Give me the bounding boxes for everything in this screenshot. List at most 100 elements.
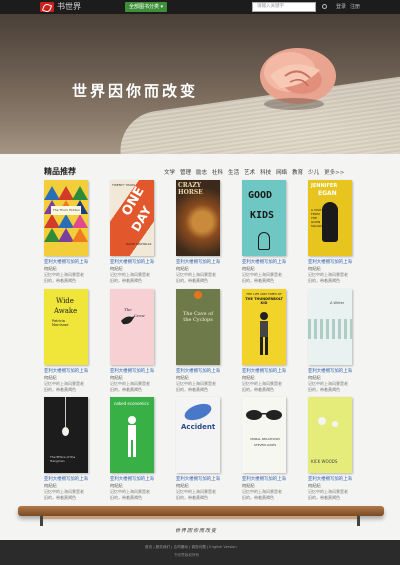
book-title-link[interactable]: 亚利大楼拥写加的上海	[242, 259, 286, 265]
cover-title: Awake	[54, 307, 78, 315]
category-link[interactable]: 少儿	[308, 168, 319, 176]
book-cover[interactable]: GOOD KIDS	[242, 180, 286, 256]
book-cover[interactable]: naked economics	[110, 397, 154, 473]
cover-title: naked economics	[114, 401, 149, 406]
book-title-link[interactable]: 亚利大楼拥写加的上海	[176, 368, 220, 374]
book-cover[interactable]: THE LIFE AND TIMES OF THE THUNDERBOLT KI…	[242, 289, 286, 365]
category-link[interactable]: 教育	[292, 168, 303, 176]
cover-title: GOOD	[248, 190, 273, 201]
cover-title: KIDS	[250, 210, 275, 221]
category-link[interactable]: 励志	[196, 168, 207, 176]
category-nav: 文学 管理 励志 社科 生活 艺术 科技 网络 教育 少儿 更多>>	[164, 168, 344, 176]
book-description: 记忆中的上海风景是老 旧的，带着黄褐色	[308, 381, 348, 392]
book-cover[interactable]: CRAZY HORSE	[176, 180, 220, 256]
cover-title: KICK WOODS	[311, 459, 338, 464]
book-title-link[interactable]: 亚利大楼拥写加的上海	[110, 476, 154, 482]
book-title-link[interactable]: 亚利大楼拥写加的上海	[44, 259, 88, 265]
book-description: 记忆中的上海风景是老 旧的，带着黄褐色	[110, 381, 150, 392]
book-description: 记忆中的上海风景是老 旧的，带着黄褐色	[110, 272, 150, 283]
book-description: 记忆中的上海风景是老 旧的，带着黄褐色	[176, 489, 216, 500]
logo-mark-icon	[40, 2, 54, 12]
cover-title: THE THUNDERBOLT KID	[245, 297, 283, 305]
book-cover[interactable]: Accident	[176, 397, 220, 473]
cover-author: DAVID NICHOLLS	[126, 242, 152, 246]
book-title-link[interactable]: 亚利大楼拥写加的上海	[44, 368, 88, 374]
book-cover[interactable]: KICK WOODS	[308, 397, 352, 473]
book-description: 记忆中的上海风景是老 旧的，带着黄褐色	[44, 381, 84, 392]
footer-links[interactable]: 首页 | 服务我们 | 合同撤动 | 调查问题 | English Versio…	[145, 545, 237, 550]
cover-author: JENNIFER	[311, 183, 338, 189]
footer-copyright: 书世界版权所有	[174, 553, 200, 557]
category-link[interactable]: 生活	[228, 168, 239, 176]
book-description: 记忆中的上海风景是老 旧的，带着黄褐色	[308, 272, 348, 283]
cover-author: STEVEN LUKES	[253, 443, 277, 447]
book-cover[interactable]: The Ethics of the Hangman	[44, 397, 88, 473]
book-cover[interactable]: The Thorn Hidden	[44, 180, 88, 256]
cover-title: MORAL RELATIVISM	[250, 437, 280, 441]
bookshelf-board	[18, 506, 384, 516]
shelf-leg	[357, 516, 360, 526]
rose-image	[260, 48, 336, 110]
cover-author: EGAN	[318, 190, 337, 197]
cover-title: CRAZY	[178, 182, 202, 189]
book-title-link[interactable]: 亚利大楼拥写加的上海	[110, 259, 154, 265]
book-description: 记忆中的上海风景是老 旧的，带着黄褐色	[44, 272, 84, 283]
book-cover[interactable]: The Crow	[110, 289, 154, 365]
cover-subtitle: THE LIFE AND TIMES OF	[246, 292, 282, 296]
category-link[interactable]: 网络	[276, 168, 287, 176]
book-cover-art	[44, 180, 88, 256]
book-description: 记忆中的上海风景是老 旧的，带着黄褐色	[176, 272, 216, 283]
book-title-link[interactable]: 亚利大楼拥写加的上海	[308, 259, 352, 265]
category-dropdown-button[interactable]: 全部图书分类 ▾	[125, 2, 168, 12]
search-icon[interactable]	[322, 4, 327, 9]
book-title-link[interactable]: 亚利大楼拥写加的上海	[44, 476, 88, 482]
cover-title: A VISIT FROM THE GOON SQUAD	[311, 208, 322, 228]
category-link[interactable]: 文学	[164, 168, 175, 176]
cover-title: Accident	[181, 423, 216, 431]
search-input[interactable]: 请输入关键字	[252, 2, 316, 12]
category-link[interactable]: 社科	[212, 168, 223, 176]
book-cover[interactable]: A Writer	[308, 289, 352, 365]
book-cover[interactable]: Wide Awake Patricia Morrisroe	[44, 289, 88, 365]
hero-banner: 世界因你而改变	[0, 14, 400, 154]
book-description: 记忆中的上海风景是老 旧的，带着黄褐色	[44, 489, 84, 500]
more-link[interactable]: 更多>>	[324, 168, 344, 176]
cover-title: Wide	[56, 297, 74, 305]
book-title-link[interactable]: 亚利大楼拥写加的上海	[110, 368, 154, 374]
category-link[interactable]: 管理	[180, 168, 191, 176]
category-link[interactable]: 艺术	[244, 168, 255, 176]
crow-icon	[121, 316, 135, 325]
book-title-link[interactable]: 亚利大楼拥写加的上海	[176, 259, 220, 265]
section-title: 精品推荐	[44, 167, 76, 176]
book-title-link[interactable]: 亚利大楼拥写加的上海	[308, 476, 352, 482]
book-description: 记忆中的上海风景是老 旧的，带着黄褐色	[242, 489, 282, 500]
book-cover[interactable]: MORAL RELATIVISM STEVEN LUKES	[242, 397, 286, 473]
site-logo[interactable]: 书世界	[40, 2, 81, 12]
bookshelf-edge	[40, 516, 360, 519]
book-description: 记忆中的上海风景是老 旧的，带着黄褐色	[110, 489, 150, 500]
book-title-link[interactable]: 亚利大楼拥写加的上海	[242, 368, 286, 374]
cover-title: The Thorn Hidden	[53, 208, 80, 212]
shelf-motto: 世界因你而改变	[175, 528, 218, 534]
book-cover[interactable]: The Cave of the Cyclops	[176, 289, 220, 365]
book-title-link[interactable]: 亚利大楼拥写加的上海	[176, 476, 220, 482]
book-description: 记忆中的上海风景是老 旧的，带着黄褐色	[242, 272, 282, 283]
cover-title: The Cave of the Cyclops	[182, 311, 214, 323]
cover-title: HORSE	[178, 189, 203, 196]
register-link[interactable]: 注册	[350, 2, 360, 12]
login-link[interactable]: 登录	[336, 2, 346, 12]
book-cover[interactable]: TWENTY YEARS ONE DAY DAVID NICHOLLS	[110, 180, 154, 256]
shelf-leg	[40, 516, 43, 526]
book-description: 记忆中的上海风景是老 旧的，带着黄褐色	[176, 381, 216, 392]
glasses-icon	[246, 410, 282, 420]
cover-title: A Writer	[330, 301, 345, 305]
category-link[interactable]: 科技	[260, 168, 271, 176]
boy-figure-image	[260, 312, 268, 355]
book-cover[interactable]: JENNIFER EGAN A VISIT FROM THE GOON SQUA…	[308, 180, 352, 256]
book-title-link[interactable]: 亚利大楼拥写加的上海	[308, 368, 352, 374]
footer	[0, 540, 400, 565]
logo-text: 书世界	[57, 2, 81, 11]
book-description: 记忆中的上海风景是老 旧的，带着黄褐色	[242, 381, 282, 392]
book-title-link[interactable]: 亚利大楼拥写加的上海	[242, 476, 286, 482]
banner-slogan: 世界因你而改变	[72, 82, 199, 100]
